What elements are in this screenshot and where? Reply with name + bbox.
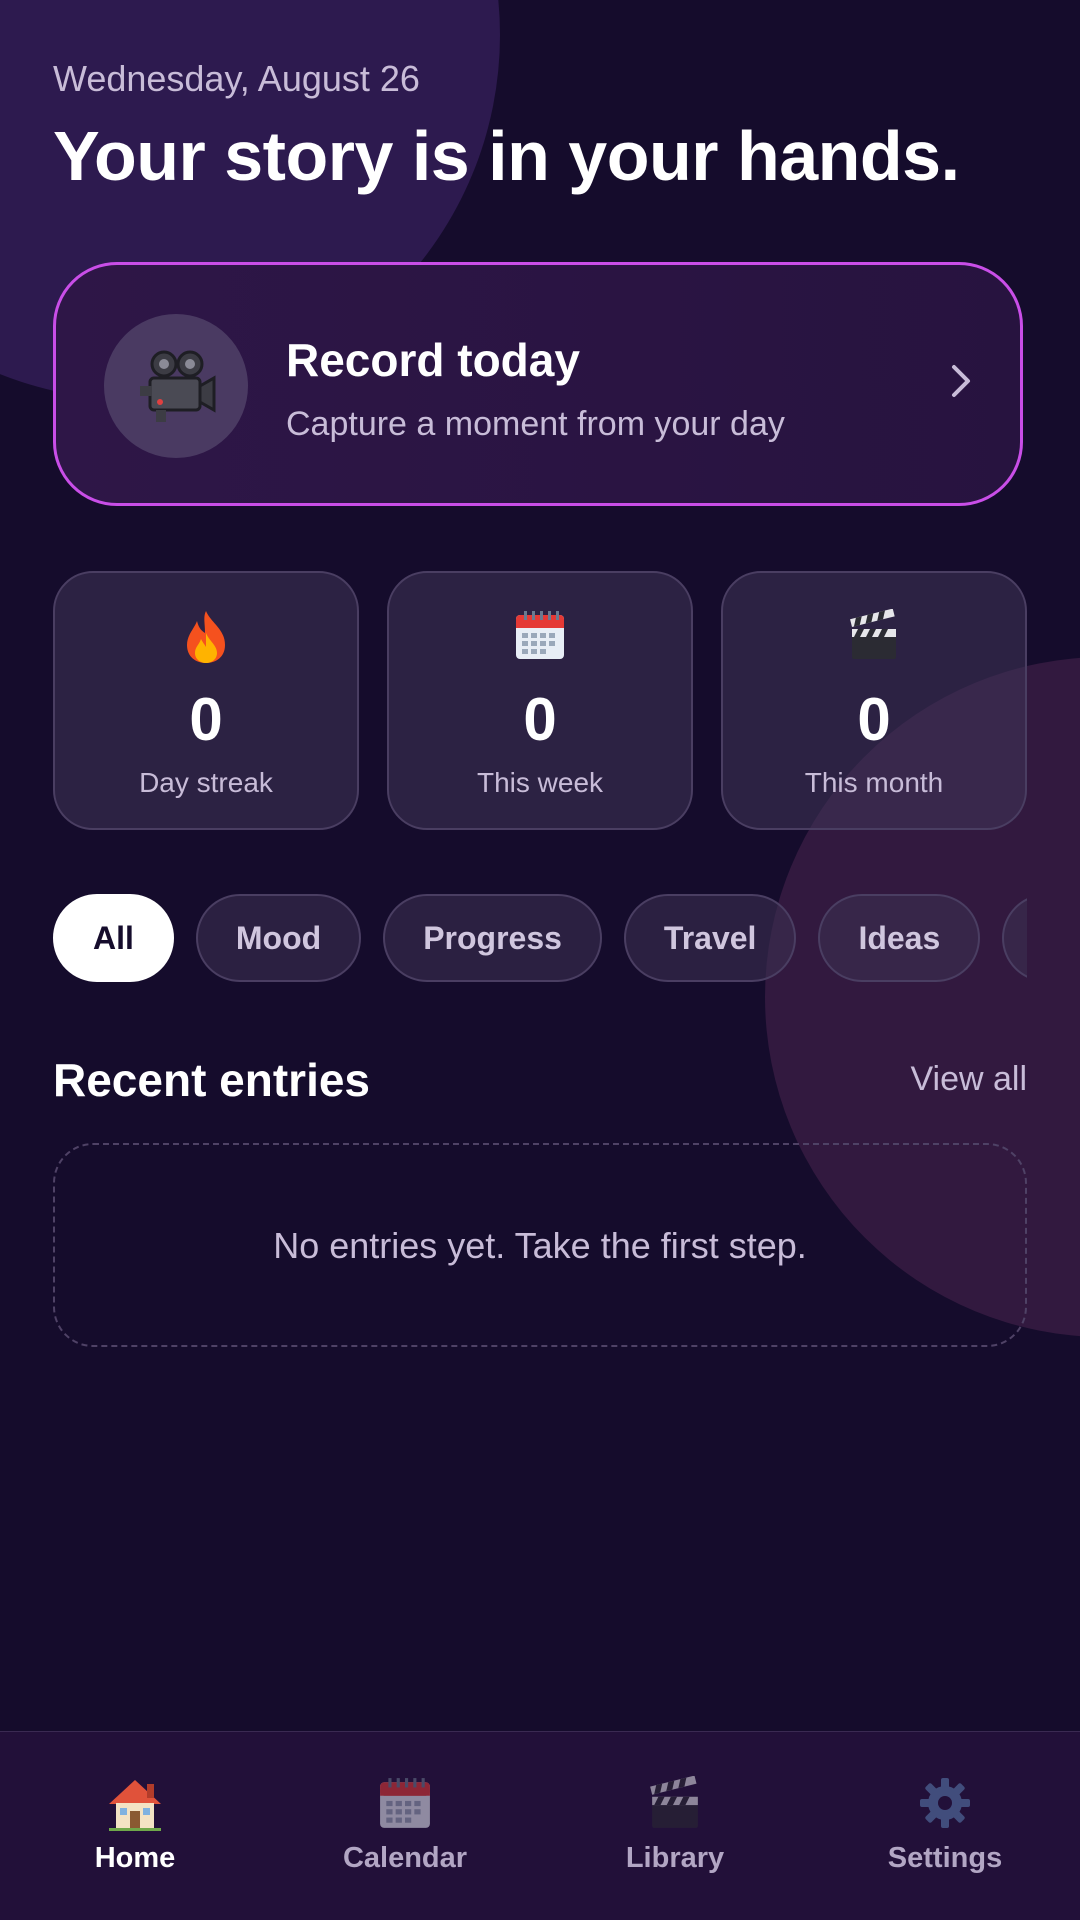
calendar-icon [380,1778,430,1828]
filter-chips: All Mood Progress Travel Ideas P [53,894,1027,984]
chip-mood[interactable]: Mood [195,894,362,982]
stat-card-day-streak: 0 Day streak [53,571,359,830]
stat-value: 0 [189,686,223,753]
house-icon [109,1780,161,1831]
clapperboard-icon [650,1776,698,1828]
chip-partial[interactable]: P [1002,894,1027,982]
stat-value: 0 [857,686,891,753]
page-title: Your story is in your hands. [53,117,960,195]
home-screen: Wednesday, August 26 Your story is in yo… [0,0,1080,1920]
empty-entries-box: No entries yet. Take the first step. [53,1143,1027,1347]
chip-travel[interactable]: Travel [623,894,797,982]
recent-entries-title: Recent entries [53,1054,371,1106]
empty-message: No entries yet. Take the first step. [273,1225,807,1266]
chevron-right-icon [952,365,970,397]
stats-row: 0 Day streak 0 This week 0 This month [53,571,1027,831]
record-subtitle: Capture a moment from your day [286,405,785,443]
stat-label: This month [804,767,944,798]
nav-label: Library [625,1842,725,1874]
chip-all[interactable]: All [53,894,174,982]
video-camera-icon [140,350,216,422]
stat-value: 0 [523,686,557,753]
chip-progress[interactable]: Progress [383,894,602,982]
view-all-link[interactable]: View all [910,1060,1027,1099]
gear-icon [920,1778,970,1828]
clapperboard-icon [850,609,896,659]
record-title: Record today [286,334,580,386]
nav-label: Calendar [342,1842,468,1874]
nav-item-calendar[interactable]: Calendar [270,1732,540,1920]
stat-label: Day streak [139,767,273,798]
nav-item-settings[interactable]: Settings [810,1732,1080,1920]
stat-card-this-month: 0 This month [721,571,1027,830]
calendar-icon [516,611,564,659]
nav-label: Home [94,1842,176,1874]
bottom-navigation: Home Calendar Library Settings [0,1731,1080,1920]
nav-item-home[interactable]: Home [0,1732,270,1920]
fire-icon [187,611,225,663]
record-today-card[interactable]: Record today Capture a moment from your … [53,262,1023,506]
chip-ideas[interactable]: Ideas [818,894,981,982]
nav-item-library[interactable]: Library [540,1732,810,1920]
stat-label: This week [476,767,604,798]
nav-label: Settings [887,1842,1003,1874]
date-label: Wednesday, August 26 [53,58,420,99]
stat-card-this-week: 0 This week [387,571,693,830]
filter-chips-scroller[interactable]: All Mood Progress Travel Ideas P [53,894,1027,984]
record-icon-circle [104,314,248,458]
